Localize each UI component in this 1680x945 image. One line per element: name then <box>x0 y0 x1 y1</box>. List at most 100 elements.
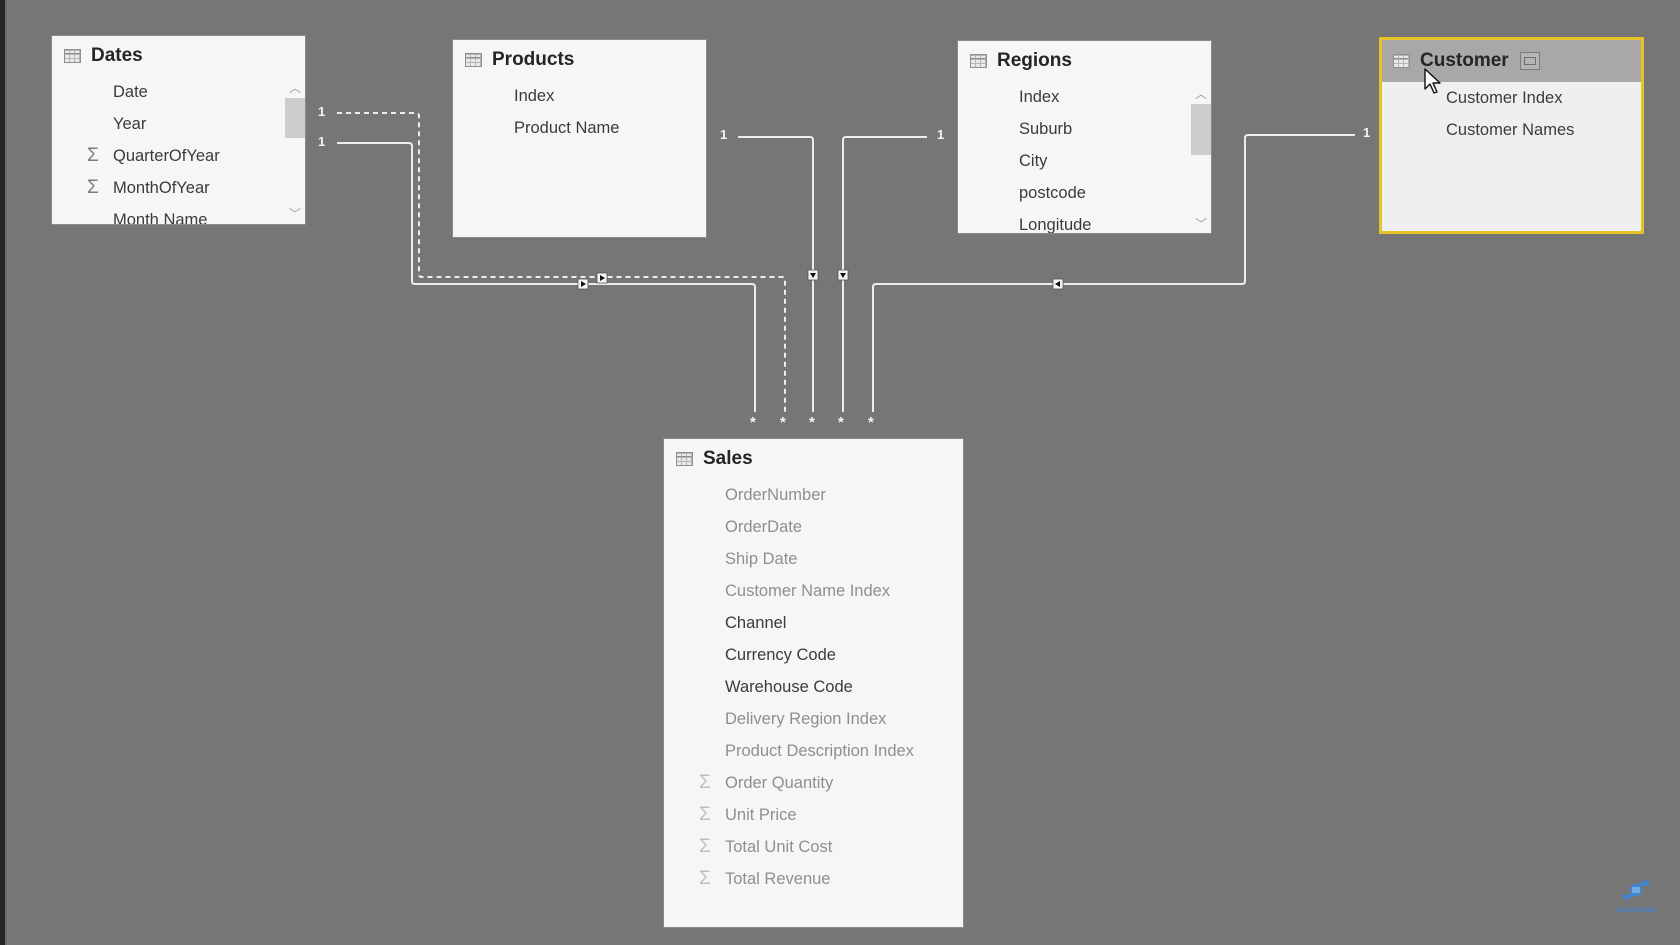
table-header[interactable]: Products <box>453 40 706 80</box>
filter-direction-marker <box>1052 278 1064 290</box>
field-item[interactable]: Year <box>52 108 305 140</box>
field-item[interactable]: OrderDate <box>664 511 963 543</box>
cardinality-one-label: 1 <box>318 134 326 149</box>
collapse-icon <box>1523 57 1536 65</box>
field-name: Product Name <box>514 119 620 137</box>
field-name: Longitude <box>1019 216 1092 234</box>
field-item[interactable]: Σ QuarterOfYear <box>52 140 305 172</box>
cardinality-many-label: * <box>838 414 844 431</box>
direction-markers <box>577 269 1064 290</box>
mouse-cursor-icon <box>1424 68 1441 94</box>
table-card-products[interactable]: Products Index Product Name <box>452 39 707 238</box>
scroll-down-icon[interactable]: ﹀ <box>1193 217 1209 231</box>
field-name: OrderNumber <box>725 486 826 504</box>
cardinality-many-label: * <box>868 414 874 431</box>
field-name: Total Revenue <box>725 870 831 888</box>
field-name: OrderDate <box>725 518 803 536</box>
table-title: Dates <box>91 45 143 66</box>
field-list: Date Year Σ QuarterOfYear Σ MonthOfYear Mo… <box>52 76 305 225</box>
collapse-button[interactable] <box>1519 52 1540 70</box>
scroll-down-icon[interactable]: ﹀ <box>287 207 303 221</box>
field-item[interactable]: Σ Unit Price <box>664 799 963 831</box>
field-item[interactable]: Channel <box>664 607 963 639</box>
subscribe-label: SUBSCRIBE <box>1616 908 1656 914</box>
field-item[interactable]: Σ Total Unit Cost <box>664 831 963 863</box>
field-name: Year <box>113 115 147 133</box>
cardinality-many-label: * <box>750 414 756 431</box>
field-item[interactable]: postcode <box>958 177 1211 209</box>
cardinality-one-label: 1 <box>1363 125 1371 140</box>
field-name: Order Quantity <box>725 774 834 792</box>
filter-direction-marker <box>807 269 819 281</box>
cardinality-one-label: 1 <box>937 127 945 142</box>
field-item[interactable]: Currency Code <box>664 639 963 671</box>
sigma-icon: Σ <box>699 772 711 793</box>
field-name: Delivery Region Index <box>725 710 887 728</box>
field-item[interactable]: Customer Name Index <box>664 575 963 607</box>
field-name: Currency Code <box>725 646 836 664</box>
field-name: City <box>1019 152 1048 170</box>
table-card-customer[interactable]: Customer Customer Index Customer Names <box>1379 37 1644 234</box>
field-item[interactable]: Ship Date <box>664 543 963 575</box>
field-item[interactable]: Index <box>453 80 706 112</box>
field-list: Index Product Name <box>453 80 706 144</box>
filter-direction-marker <box>596 272 608 284</box>
field-item[interactable]: Σ Total Revenue <box>664 863 963 895</box>
field-name: Product Description Index <box>725 742 914 760</box>
cardinality-one-label: 1 <box>720 127 728 142</box>
field-item[interactable]: Customer Index <box>1382 82 1641 114</box>
field-item[interactable]: Month Name <box>52 204 305 225</box>
field-name: Total Unit Cost <box>725 838 833 856</box>
table-title: Products <box>492 49 575 70</box>
table-card-dates[interactable]: Dates Date Year Σ QuarterOfYear Σ MonthOfY… <box>51 35 306 225</box>
table-header[interactable]: Customer <box>1382 40 1641 82</box>
field-name: Channel <box>725 614 787 632</box>
field-item[interactable]: City <box>958 145 1211 177</box>
field-list: Customer Index Customer Names <box>1382 82 1641 146</box>
field-item[interactable]: OrderNumber <box>664 479 963 511</box>
sigma-icon: Σ <box>699 804 711 825</box>
field-name: Warehouse Code <box>725 678 853 696</box>
scrollbar[interactable]: ︿ ﹀ <box>1189 85 1211 233</box>
field-item[interactable]: Σ Order Quantity <box>664 767 963 799</box>
table-header[interactable]: Regions <box>958 41 1211 81</box>
table-header[interactable]: Sales <box>664 439 963 479</box>
table-icon <box>970 54 987 68</box>
table-icon <box>676 452 693 466</box>
table-icon <box>465 53 482 67</box>
subscribe-watermark[interactable]: SUBSCRIBE <box>1613 877 1659 914</box>
scroll-up-icon[interactable]: ︿ <box>1193 87 1209 101</box>
field-name: Month Name <box>113 211 208 225</box>
filter-direction-marker <box>837 269 849 281</box>
sigma-icon: Σ <box>699 836 711 857</box>
rel-line-products[interactable] <box>738 136 814 412</box>
field-item[interactable]: Product Name <box>453 112 706 144</box>
field-item[interactable]: Delivery Region Index <box>664 703 963 735</box>
field-item[interactable]: Index <box>958 81 1211 113</box>
cardinality-many-label: * <box>780 414 786 431</box>
field-item[interactable]: Warehouse Code <box>664 671 963 703</box>
field-name: Customer Index <box>1446 89 1563 107</box>
field-item[interactable]: Suburb <box>958 113 1211 145</box>
table-card-regions[interactable]: Regions Index Suburb City postcode Longi… <box>957 40 1212 234</box>
table-header[interactable]: Dates <box>52 36 305 76</box>
cardinality-one-label: 1 <box>318 104 326 119</box>
field-item[interactable]: Date <box>52 76 305 108</box>
field-name: Date <box>113 83 148 101</box>
rel-line-regions[interactable] <box>842 136 927 412</box>
table-icon <box>64 49 81 63</box>
scrollbar[interactable]: ︿ ﹀ <box>283 78 305 224</box>
field-item[interactable]: Customer Names <box>1382 114 1641 146</box>
scroll-thumb[interactable] <box>1191 104 1211 155</box>
field-name: Customer Names <box>1446 121 1575 139</box>
field-item[interactable]: Product Description Index <box>664 735 963 767</box>
table-card-sales[interactable]: Sales OrderNumber OrderDate Ship Date Cu… <box>663 438 964 928</box>
field-name: Index <box>514 87 555 105</box>
field-item[interactable]: Σ MonthOfYear <box>52 172 305 204</box>
scroll-up-icon[interactable]: ︿ <box>287 81 303 95</box>
field-name: Ship Date <box>725 550 798 568</box>
table-icon <box>1393 54 1410 68</box>
scroll-thumb[interactable] <box>285 98 305 138</box>
field-name: Customer Name Index <box>725 582 891 600</box>
field-item[interactable]: Longitude <box>958 209 1211 234</box>
